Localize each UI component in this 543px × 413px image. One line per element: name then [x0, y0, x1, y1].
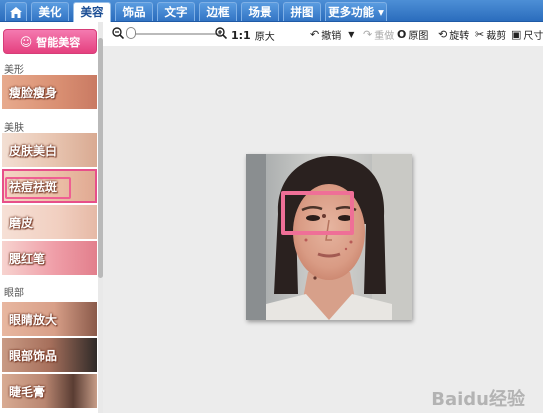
- home-icon: [10, 6, 22, 18]
- sidebar-item-blush-pen[interactable]: 腮红笔: [2, 241, 97, 275]
- sidebar-item-skin-whiten[interactable]: 皮肤美白: [2, 133, 97, 167]
- crop-button[interactable]: ✂ 裁剪: [475, 27, 506, 42]
- resize-label: 尺寸: [523, 31, 543, 42]
- redo-label: 重做: [374, 31, 395, 42]
- editing-canvas[interactable]: [103, 46, 543, 413]
- rotate-icon: ⟲: [438, 28, 448, 41]
- sidebar: ☺ 智能美容 美形 瘦脸瘦身 美肤 皮肤美白 祛痘祛斑 磨皮 腮红笔 眼部 眼睛…: [0, 22, 103, 413]
- scissors-icon: ✂: [475, 28, 485, 41]
- sidebar-item-slim-face[interactable]: 瘦脸瘦身: [2, 75, 97, 109]
- actual-size-button[interactable]: 1:1 原大: [231, 28, 275, 43]
- sidebar-item-label: 眼睛放大: [9, 313, 58, 327]
- actual-size-label: 原大: [254, 32, 275, 43]
- redo-button[interactable]: ↷ 重做: [363, 27, 394, 42]
- original-image-button[interactable]: O 原图: [397, 27, 428, 42]
- toolbar: 1:1 原大 ↶ 撤销 ▼ ↷ 重做 O 原图 ⟲ 旋转 ✂ 裁剪 ▣ 尺寸: [103, 22, 543, 46]
- sidebar-item-eye-enlarge[interactable]: 眼睛放大: [2, 302, 97, 336]
- sidebar-item-mascara[interactable]: 睫毛膏: [2, 374, 97, 408]
- tab-home[interactable]: [5, 2, 27, 21]
- section-title-shape: 美形: [4, 65, 24, 76]
- original-image-icon: O: [397, 28, 407, 41]
- sidebar-item-label: 祛痘祛斑: [9, 180, 58, 194]
- zoom-slider-handle[interactable]: [126, 27, 136, 39]
- tab-beautify[interactable]: 美化: [31, 2, 69, 21]
- tab-text[interactable]: 文字: [157, 2, 195, 21]
- resize-icon: ▣: [511, 28, 522, 41]
- crop-label: 裁剪: [486, 31, 507, 42]
- edited-photo[interactable]: [246, 154, 412, 320]
- zoom-out-icon[interactable]: [112, 27, 124, 39]
- original-image-label: 原图: [408, 31, 429, 42]
- sidebar-item-label: 眼部饰品: [9, 349, 58, 363]
- section-title-eyes: 眼部: [4, 288, 24, 299]
- zoom-in-icon[interactable]: [215, 27, 227, 39]
- sidebar-item-eye-accessories[interactable]: 眼部饰品: [2, 338, 97, 372]
- sidebar-item-label: 皮肤美白: [9, 144, 58, 158]
- top-tab-bar: 美化 美容 饰品 文字 边框 场景 拼图 更多功能 ▾: [0, 0, 543, 22]
- acne-brush-selection[interactable]: [281, 191, 354, 235]
- smart-beauty-button[interactable]: ☺ 智能美容: [3, 29, 97, 54]
- zoom-slider-track[interactable]: [126, 33, 221, 35]
- sidebar-item-label: 睫毛膏: [9, 385, 46, 399]
- tab-border[interactable]: 边框: [199, 2, 237, 21]
- tab-more[interactable]: 更多功能 ▾: [325, 2, 387, 21]
- resize-button[interactable]: ▣ 尺寸: [511, 27, 543, 42]
- sidebar-item-acne-removal[interactable]: 祛痘祛斑: [2, 169, 97, 203]
- sidebar-item-label: 磨皮: [9, 216, 34, 230]
- tab-accessories[interactable]: 饰品: [115, 2, 153, 21]
- undo-icon: ↶: [310, 28, 320, 41]
- redo-icon: ↷: [363, 28, 373, 41]
- tab-scene[interactable]: 场景: [241, 2, 279, 21]
- zoom-ratio-label: 1:1: [231, 29, 251, 42]
- watermark-logo: Baidu经验: [431, 389, 525, 410]
- undo-dropdown-icon[interactable]: ▼: [348, 30, 354, 39]
- undo-label: 撤销: [321, 31, 342, 42]
- magic-face-icon: ☺: [19, 34, 33, 49]
- tab-beauty[interactable]: 美容: [73, 2, 111, 22]
- sidebar-item-label: 瘦脸瘦身: [9, 86, 58, 100]
- sidebar-item-label: 腮红笔: [9, 252, 46, 266]
- portrait-image: [246, 154, 412, 320]
- tab-collage[interactable]: 拼图: [283, 2, 321, 21]
- rotate-label: 旋转: [449, 31, 470, 42]
- rotate-button[interactable]: ⟲ 旋转: [438, 27, 469, 42]
- section-title-skin: 美肤: [4, 123, 24, 134]
- sidebar-item-smooth-skin[interactable]: 磨皮: [2, 205, 97, 239]
- smart-beauty-label: 智能美容: [36, 35, 81, 49]
- undo-button[interactable]: ↶ 撤销 ▼: [310, 27, 354, 42]
